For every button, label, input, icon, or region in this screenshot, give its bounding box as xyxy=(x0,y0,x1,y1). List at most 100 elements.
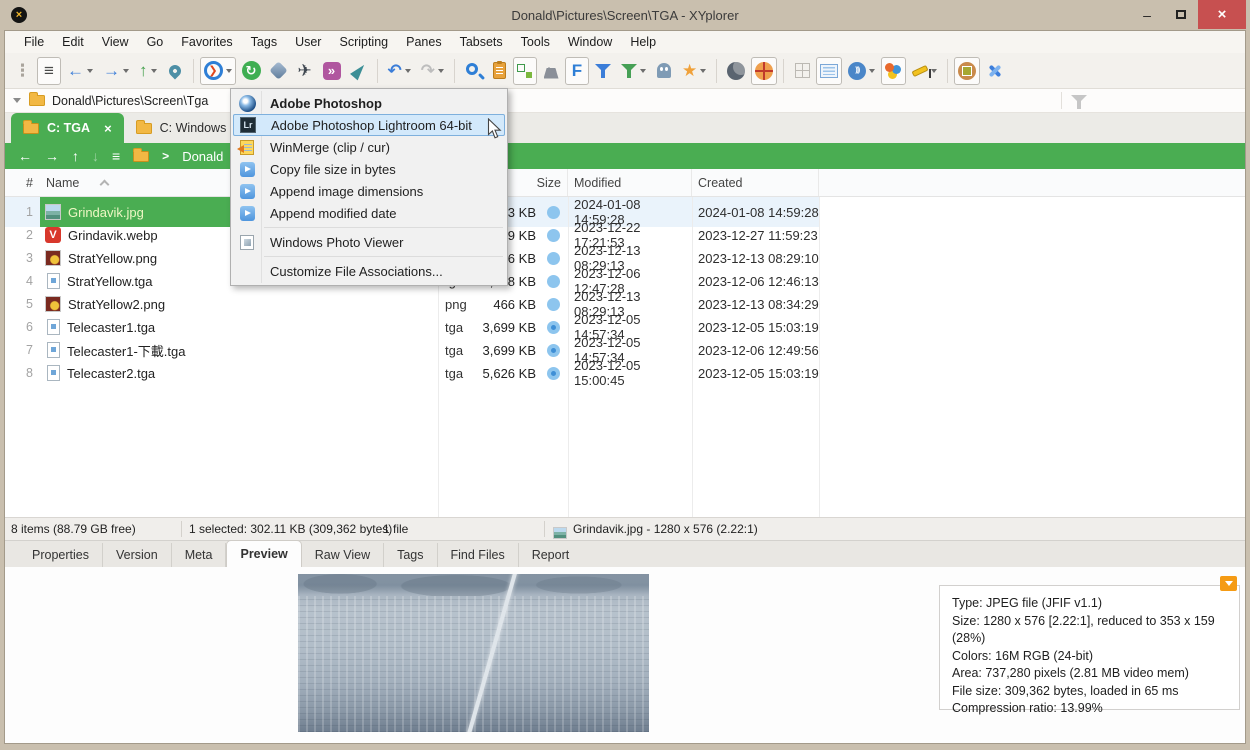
crumb-down-button[interactable]: ↓ xyxy=(92,149,99,163)
drag-grip[interactable]: ⋮ xyxy=(10,57,35,85)
panel-tab-version[interactable]: Version xyxy=(103,543,172,567)
menubar-item-tools[interactable]: Tools xyxy=(512,35,559,49)
file-row-3[interactable]: 3StratYellow.pngpng456 KB2023-12-13 08:2… xyxy=(5,243,1245,266)
weight-button[interactable] xyxy=(539,57,563,85)
minimize-button[interactable]: – xyxy=(1130,0,1164,29)
menubar-item-panes[interactable]: Panes xyxy=(397,35,450,49)
panel-tab-find-files[interactable]: Find Files xyxy=(438,543,519,567)
column-header-modified[interactable]: Modified xyxy=(568,169,692,196)
hopper-button[interactable] xyxy=(267,57,291,85)
find-files-button[interactable] xyxy=(461,57,485,85)
folder-tab-c-windows[interactable]: C: Windows xyxy=(124,113,240,143)
file-list: # Name Ext Size Modified Created 1Grinda… xyxy=(5,169,1245,517)
address-path[interactable]: Donald\Pictures\Screen\Tga xyxy=(52,94,208,108)
forward-button[interactable]: → xyxy=(99,57,133,85)
menubar-item-go[interactable]: Go xyxy=(138,35,173,49)
menubar-item-edit[interactable]: Edit xyxy=(53,35,93,49)
filter-funnel-icon[interactable] xyxy=(1071,94,1087,110)
menu-item-windows-photo-viewer[interactable]: Windows Photo Viewer xyxy=(233,231,505,253)
panel-tab-report[interactable]: Report xyxy=(519,543,583,567)
redo-button[interactable]: ↷ xyxy=(417,57,448,85)
crumb-forward-button[interactable]: → xyxy=(45,149,59,163)
tab-close-icon[interactable]: × xyxy=(104,121,112,136)
dropdown-caret-icon xyxy=(405,69,411,73)
open-with-button[interactable]: ❯ xyxy=(200,57,236,85)
menu-item-winmerge-clip-cur-[interactable]: WinMerge (clip / cur) xyxy=(233,136,505,158)
refresh-button[interactable]: ↻ xyxy=(238,57,265,85)
address-bar[interactable]: Donald\Pictures\Screen\Tga xyxy=(5,89,1245,113)
send-button[interactable]: ✈ xyxy=(293,57,317,85)
goto-button[interactable] xyxy=(347,57,371,85)
crumb-back-button[interactable]: ← xyxy=(18,149,32,163)
menu-item-append-image-dimensions[interactable]: Append image dimensions xyxy=(233,180,505,202)
panel-tab-meta[interactable]: Meta xyxy=(172,543,227,567)
menubar-item-view[interactable]: View xyxy=(93,35,138,49)
crumb-folder-icon[interactable] xyxy=(133,151,149,162)
spot-filter-button[interactable]: ))) xyxy=(844,57,879,85)
photoshop-icon xyxy=(233,95,261,112)
menu-item-customize-file-associations-[interactable]: Customize File Associations... xyxy=(233,260,505,282)
menubar-item-user[interactable]: User xyxy=(286,35,330,49)
breadcrumb-segment-donald[interactable]: Donald xyxy=(182,149,223,164)
file-row-2[interactable]: 2VGrindavik.webpwebp159 KB2023-12-22 17:… xyxy=(5,220,1245,243)
file-row-7[interactable]: 7Telecaster1-下載.tgatga3,699 KB2023-12-05… xyxy=(5,335,1245,358)
file-row-8[interactable]: 8Telecaster2.tgatga5,626 KB2023-12-05 15… xyxy=(5,358,1245,381)
file-row-1[interactable]: 1Grindavik.jpgjpg303 KB2024-01-08 14:59:… xyxy=(5,197,1245,220)
filter-button[interactable] xyxy=(591,57,615,85)
menu-item-label: Adobe Photoshop Lightroom 64-bit xyxy=(262,118,472,133)
panes-button[interactable] xyxy=(790,57,814,85)
color-filter-button[interactable] xyxy=(617,57,650,85)
menu-item-adobe-photoshop[interactable]: Adobe Photoshop xyxy=(233,92,505,114)
menubar-item-tabsets[interactable]: Tabsets xyxy=(451,35,512,49)
tag-label-icon xyxy=(547,275,560,288)
details-view-button[interactable] xyxy=(816,57,842,85)
file-name-cell[interactable]: Telecaster2.tga xyxy=(40,358,438,388)
column-header-created[interactable]: Created xyxy=(692,169,819,196)
close-button[interactable]: × xyxy=(1198,0,1246,29)
maximize-button[interactable] xyxy=(1164,0,1198,29)
column-header-num[interactable]: # xyxy=(5,169,40,196)
file-row-filler xyxy=(819,358,1245,388)
chevron-down-icon[interactable] xyxy=(13,98,21,103)
menu-item-append-modified-date[interactable]: Append modified date xyxy=(233,202,505,224)
panel-dropdown-button[interactable] xyxy=(1220,576,1237,591)
undo-button[interactable]: ↶ xyxy=(384,57,415,85)
menubar-item-help[interactable]: Help xyxy=(621,35,665,49)
menubar-item-tags[interactable]: Tags xyxy=(242,35,286,49)
folder-tab-c-tga[interactable]: C: TGA× xyxy=(11,113,124,143)
crumb-menu-button[interactable]: ≡ xyxy=(112,149,120,163)
favorites-button[interactable]: ★ xyxy=(678,57,710,85)
panel-tab-raw-view[interactable]: Raw View xyxy=(302,543,384,567)
menubar-item-favorites[interactable]: Favorites xyxy=(172,35,241,49)
dark-mode-button[interactable] xyxy=(723,57,749,85)
tools-button[interactable] xyxy=(982,57,1008,85)
file-row-5[interactable]: 5StratYellow2.pngpng466 KB2023-12-13 08:… xyxy=(5,289,1245,312)
breadcrumb-bar: ← → ↑ ↓ ≡ >Donald>Pictures>Screen>Tga xyxy=(5,143,1245,169)
menu-item-copy-file-size-in-bytes[interactable]: Copy file size in bytes xyxy=(233,158,505,180)
menubar-item-window[interactable]: Window xyxy=(559,35,621,49)
color-scheme-button[interactable] xyxy=(881,57,906,85)
up-button[interactable]: ↑ xyxy=(135,57,161,85)
ghost-filter-button[interactable] xyxy=(652,57,676,85)
menu-toggle-button[interactable]: ≡ xyxy=(37,57,61,85)
location-pin-button[interactable] xyxy=(163,57,187,85)
menu-item-adobe-photoshop-lightroom-64-bit[interactable]: LrAdobe Photoshop Lightroom 64-bit xyxy=(233,114,505,136)
back-button[interactable]: ← xyxy=(63,57,97,85)
paste-button[interactable] xyxy=(487,57,511,85)
menubar-item-scripting[interactable]: Scripting xyxy=(330,35,397,49)
tree-toggle-button[interactable] xyxy=(513,57,537,85)
toolbar-separator xyxy=(783,59,784,83)
panel-tab-tags[interactable]: Tags xyxy=(384,543,437,567)
paint-roller-button[interactable] xyxy=(908,57,941,85)
panel-tab-properties[interactable]: Properties xyxy=(19,543,103,567)
quick-jump-button[interactable]: » xyxy=(319,57,345,85)
file-row-4[interactable]: 4StratYellow.tgatga1,098 KB2023-12-06 12… xyxy=(5,266,1245,289)
file-row-6[interactable]: 6Telecaster1.tgatga3,699 KB2023-12-05 14… xyxy=(5,312,1245,335)
font-button[interactable]: F xyxy=(565,57,589,85)
preview-pane-button[interactable] xyxy=(954,57,980,85)
panel-tab-preview[interactable]: Preview xyxy=(226,540,301,567)
menubar-item-file[interactable]: File xyxy=(15,35,53,49)
column-gridline xyxy=(819,197,820,517)
highlight-button[interactable] xyxy=(751,57,777,85)
crumb-up-button[interactable]: ↑ xyxy=(72,149,79,163)
